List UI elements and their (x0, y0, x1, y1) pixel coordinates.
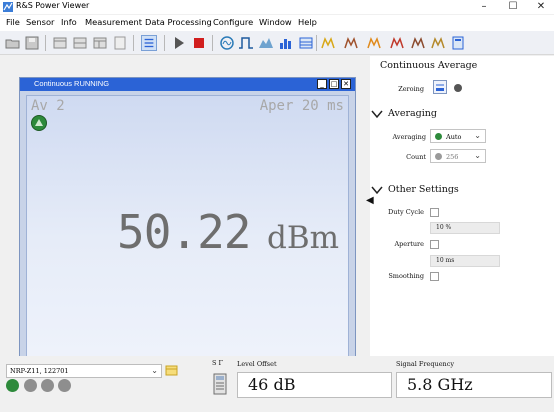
marker-brown-icon[interactable] (343, 35, 359, 51)
duty-cycle-label: Duty Cycle (388, 208, 424, 216)
toolbar-separator (45, 35, 46, 51)
window-title: R&S Power Viewer (16, 1, 90, 10)
status-indicator-icon (31, 115, 47, 131)
calculator-icon[interactable] (450, 35, 466, 51)
continuous-mode-icon[interactable] (219, 35, 235, 51)
averaging-section-title[interactable]: Averaging (388, 108, 437, 119)
aperture-label: Aperture (394, 240, 424, 248)
toolbar-separator (316, 35, 317, 51)
calculator-icon[interactable] (213, 373, 227, 395)
averaging-select[interactable]: Auto ⌄ (430, 129, 486, 143)
count-status-icon (435, 153, 442, 160)
marker-red-icon[interactable] (389, 35, 405, 51)
mdi-maximize-button[interactable]: □ (329, 79, 339, 89)
sensor-status-gray-icon (58, 379, 71, 392)
averaging-status-icon (435, 133, 442, 140)
aperture-field[interactable]: 10 ms (430, 255, 500, 267)
toolbar (0, 31, 554, 55)
measurement-display: Av 2 Aper 20 ms 50.22 dBm (26, 95, 349, 357)
menu-measurement[interactable]: Measurement (85, 17, 142, 27)
sensor-status-icon (6, 379, 19, 392)
marker-dark-icon[interactable] (410, 35, 426, 51)
menu-bar: File Sensor Info Measurement Data Proces… (0, 15, 554, 31)
count-label: Count (406, 153, 426, 161)
toolbar-separator (164, 35, 165, 51)
zeroing-status-icon (454, 84, 462, 92)
close-button[interactable]: ✕ (526, 0, 554, 14)
other-settings-section-title[interactable]: Other Settings (388, 184, 459, 195)
save-icon[interactable] (24, 35, 40, 51)
settings-panel: Continuous Average Zeroing Averaging Ave… (370, 56, 554, 356)
measurement-window-title: Continuous RUNNING (34, 79, 110, 88)
minimize-button[interactable]: – (469, 0, 499, 14)
menu-data-processing[interactable]: Data Processing (145, 17, 212, 27)
sensor-db-icon (24, 379, 37, 392)
marker-orange-icon[interactable] (366, 35, 382, 51)
marker-set-icon[interactable] (430, 35, 446, 51)
play-icon[interactable] (171, 35, 187, 51)
signal-frequency-field[interactable]: 5.8 GHz (396, 372, 552, 398)
statistics-mode-icon[interactable] (278, 35, 294, 51)
chevron-down-icon: ⌄ (474, 131, 481, 140)
level-offset-field[interactable]: 46 dB (237, 372, 392, 398)
pulse-mode-icon[interactable] (238, 35, 254, 51)
chevron-down-icon: ⌄ (151, 366, 158, 375)
menu-sensor[interactable]: Sensor (26, 17, 54, 27)
averaging-select-value: Auto (446, 133, 462, 141)
panel-heading: Continuous Average (380, 60, 478, 71)
averaging-label: Averaging (392, 133, 426, 141)
status-letters: S Γ (212, 359, 224, 367)
menu-configure[interactable]: Configure (213, 17, 253, 27)
count-select[interactable]: 256 ⌄ (430, 149, 486, 163)
trace-mode-icon[interactable] (258, 35, 274, 51)
title-bar: R&S Power Viewer – ☐ ✕ (0, 0, 554, 14)
mdi-close-button[interactable]: ✕ (341, 79, 351, 89)
toolbar-separator (133, 35, 134, 51)
device-select-value: NRP-Z11, 122701 (10, 367, 69, 375)
collapse-panel-icon[interactable]: ◀ (366, 195, 374, 206)
status-area: NRP-Z11, 122701 ⌄ S Γ Level Offset 46 dB… (0, 356, 554, 412)
marker-yellow-icon[interactable] (320, 35, 336, 51)
signal-frequency-label: Signal Frequency (396, 360, 455, 368)
zeroing-icon[interactable] (433, 80, 447, 94)
window-layout-icon[interactable] (52, 35, 68, 51)
aperture-checkbox[interactable] (430, 240, 439, 249)
menu-info[interactable]: Info (61, 17, 77, 27)
chevron-down-icon: ⌄ (474, 151, 481, 160)
aperture-readout: Aper 20 ms (259, 98, 344, 114)
duty-cycle-checkbox[interactable] (430, 208, 439, 217)
mdi-minimize-button[interactable]: _ (317, 79, 327, 89)
measurement-value: 50.22 (117, 205, 251, 259)
zeroing-label: Zeroing (398, 85, 424, 93)
stop-icon[interactable] (191, 35, 207, 51)
table-view-icon[interactable] (92, 35, 108, 51)
menu-help[interactable]: Help (298, 17, 317, 27)
list-view-icon[interactable] (141, 35, 157, 51)
blank-page-icon[interactable] (112, 35, 128, 51)
measurement-window[interactable]: Continuous RUNNING _ □ ✕ Av 2 Aper 20 ms… (19, 77, 356, 357)
dual-display-icon[interactable] (72, 35, 88, 51)
table-mode-icon[interactable] (298, 35, 314, 51)
chevron-down-icon[interactable] (371, 108, 383, 120)
device-select[interactable]: NRP-Z11, 122701 ⌄ (6, 364, 162, 378)
maximize-button[interactable]: ☐ (498, 0, 528, 14)
open-icon[interactable] (5, 35, 21, 51)
level-offset-label: Level Offset (237, 360, 277, 368)
smoothing-checkbox[interactable] (430, 272, 439, 281)
averaging-readout: Av 2 (31, 98, 65, 114)
count-select-value: 256 (446, 153, 459, 161)
toolbar-separator (212, 35, 213, 51)
app-logo-icon (3, 2, 13, 12)
smoothing-label: Smoothing (388, 272, 424, 280)
measurement-unit: dBm (267, 220, 340, 256)
device-list-icon[interactable] (165, 364, 178, 377)
menu-window[interactable]: Window (259, 17, 292, 27)
measurement-window-titlebar[interactable]: Continuous RUNNING _ □ ✕ (20, 78, 355, 91)
duty-cycle-field[interactable]: 10 % (430, 222, 500, 234)
sensor-status-gray-icon (41, 379, 54, 392)
menu-file[interactable]: File (6, 17, 20, 27)
